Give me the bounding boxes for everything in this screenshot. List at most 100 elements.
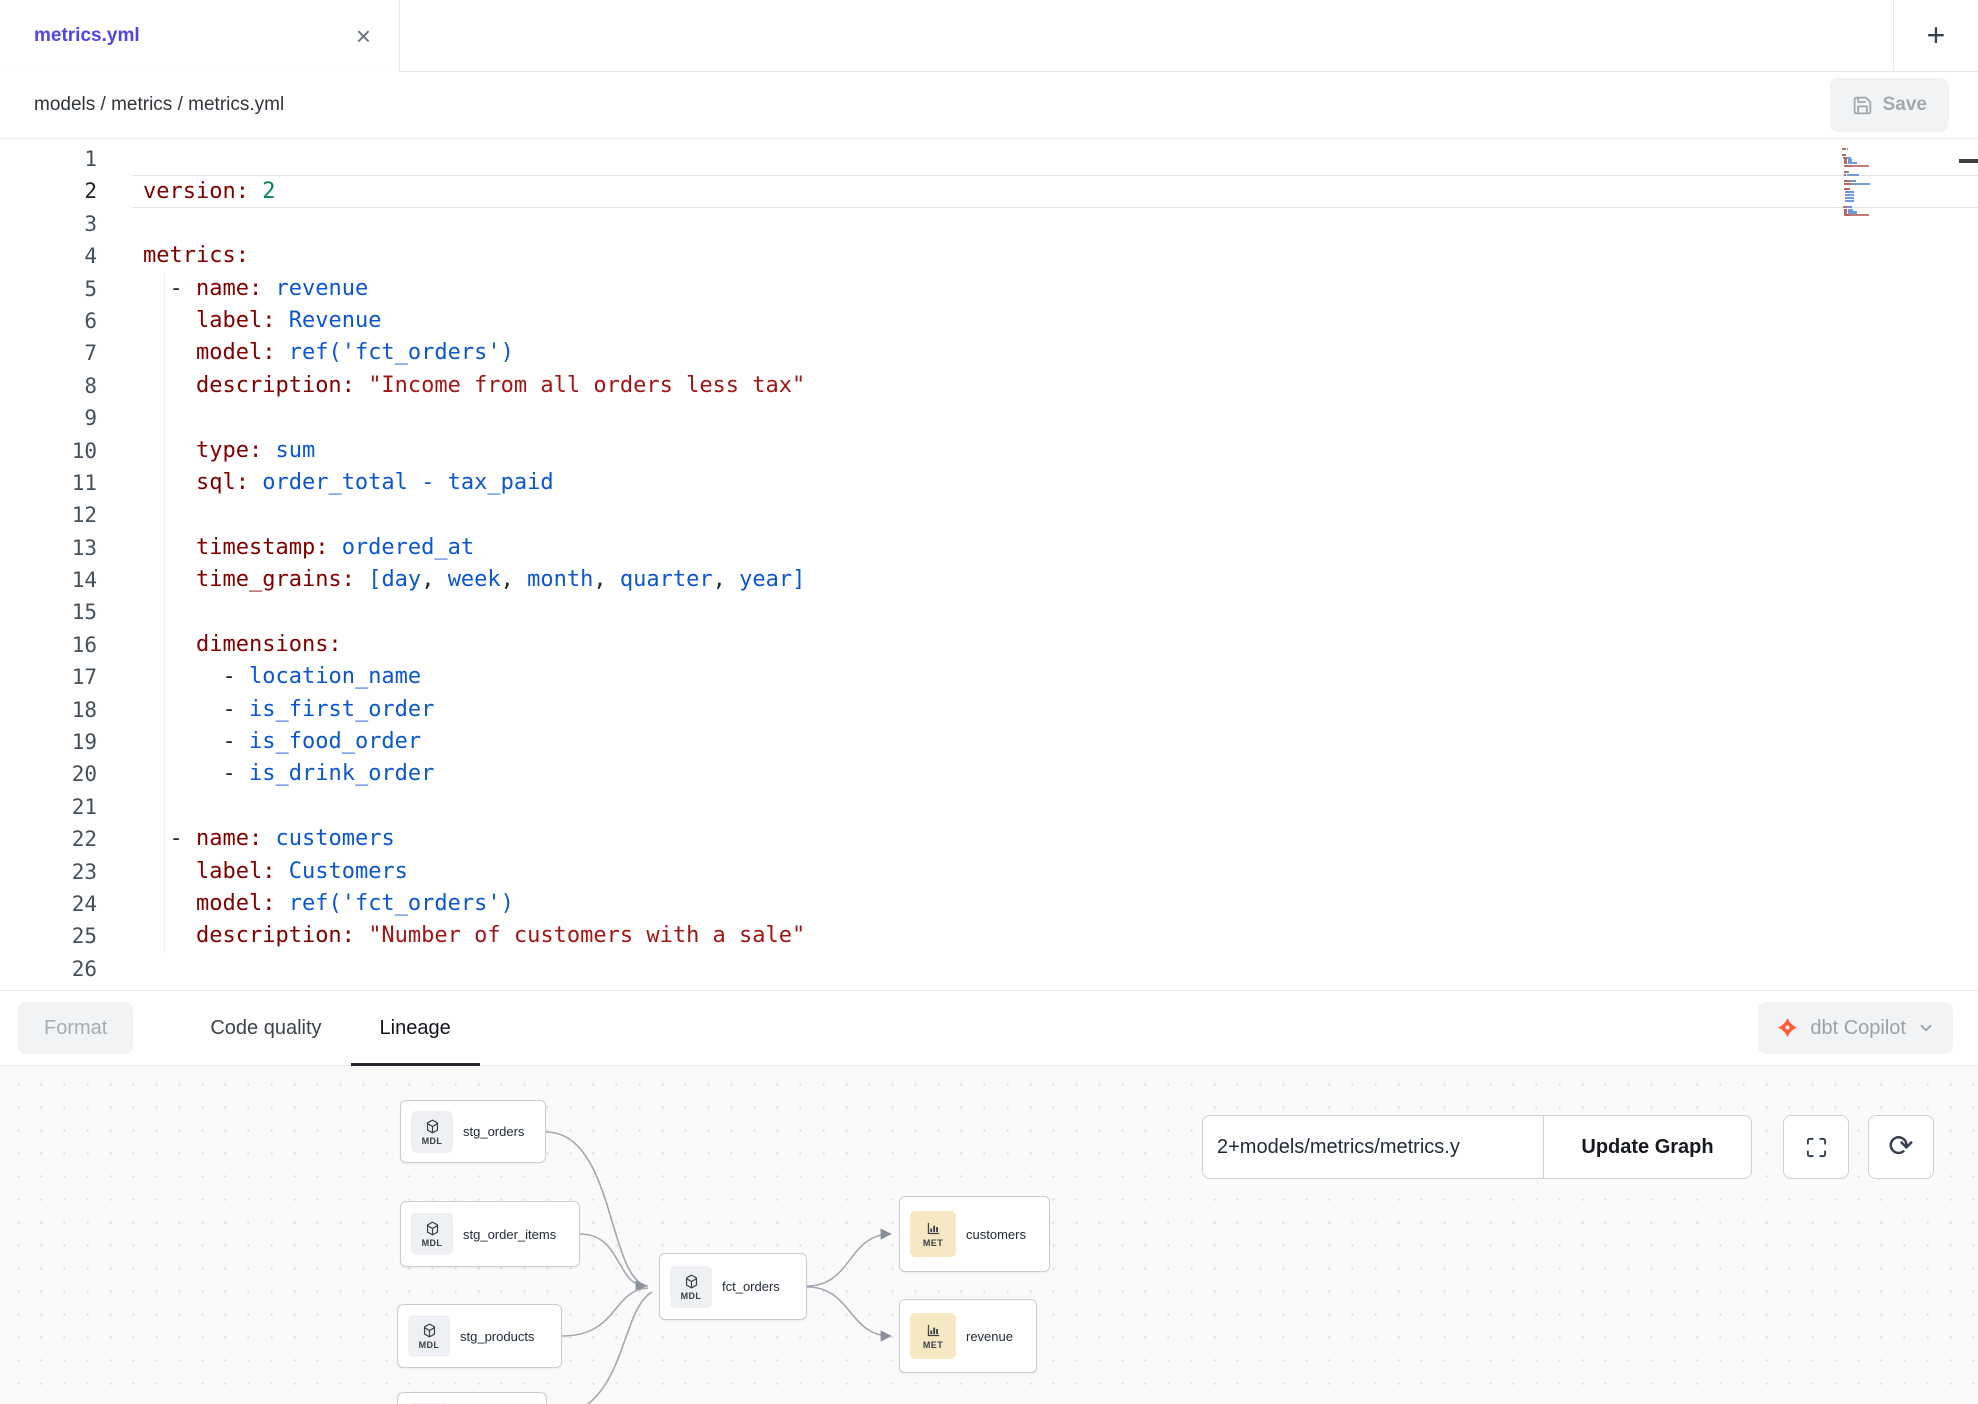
line-number[interactable]: 10 xyxy=(0,435,97,467)
node-label: fct_orders xyxy=(722,1279,780,1294)
line-number[interactable]: 23 xyxy=(0,856,97,888)
line-number[interactable]: 7 xyxy=(0,337,97,369)
node-partial[interactable] xyxy=(397,1392,547,1404)
code-line[interactable]: 12 xyxy=(0,499,1978,531)
minimap[interactable] xyxy=(1842,145,1896,220)
scrollbar-thumb[interactable] xyxy=(1959,159,1978,163)
line-number[interactable]: 18 xyxy=(0,694,97,726)
code-line-text: model: ref('fct_orders') xyxy=(132,888,1978,920)
code-line[interactable]: 21 xyxy=(0,791,1978,823)
node-fct-orders[interactable]: MDL fct_orders xyxy=(659,1253,807,1320)
code-line[interactable]: 10 type: sum xyxy=(0,435,1978,467)
code-line[interactable]: 23 label: Customers xyxy=(0,856,1978,888)
line-number[interactable]: 22 xyxy=(0,823,97,855)
tab-metrics-yml[interactable]: metrics.yml × xyxy=(0,0,400,72)
line-number[interactable]: 16 xyxy=(0,629,97,661)
code-line[interactable]: 26 xyxy=(0,953,1978,985)
code-line-text xyxy=(132,208,1978,240)
line-number[interactable]: 9 xyxy=(0,402,97,434)
line-number[interactable]: 1 xyxy=(0,143,97,175)
code-line[interactable]: 24 model: ref('fct_orders') xyxy=(0,888,1978,920)
code-line-text: - name: revenue xyxy=(132,273,1978,305)
line-number[interactable]: 24 xyxy=(0,888,97,920)
indent-guide xyxy=(164,273,165,953)
update-graph-button[interactable]: Update Graph xyxy=(1543,1115,1752,1179)
dbt-copilot-button[interactable]: dbt Copilot xyxy=(1758,1002,1953,1054)
node-customers[interactable]: MET customers xyxy=(899,1196,1050,1272)
line-number[interactable]: 26 xyxy=(0,953,97,985)
copilot-label: dbt Copilot xyxy=(1810,1017,1906,1040)
code-line-text: label: Customers xyxy=(132,856,1978,888)
code-line[interactable]: 6 label: Revenue xyxy=(0,305,1978,337)
code-line[interactable]: 15 xyxy=(0,596,1978,628)
code-line[interactable]: 18 - is_first_order xyxy=(0,694,1978,726)
node-label: customers xyxy=(966,1227,1026,1242)
code-line-text: - location_name xyxy=(132,661,1978,693)
line-number[interactable]: 5 xyxy=(0,273,97,305)
new-tab-button[interactable]: + xyxy=(1893,0,1978,72)
code-line[interactable]: 14 time_grains: [day, week, month, quart… xyxy=(0,564,1978,596)
code-line[interactable]: 19 - is_food_order xyxy=(0,726,1978,758)
code-line[interactable]: 4metrics: xyxy=(0,240,1978,272)
refresh-button[interactable]: ⟳ xyxy=(1868,1115,1934,1179)
code-line[interactable]: 20 - is_drink_order xyxy=(0,758,1978,790)
line-number[interactable]: 8 xyxy=(0,370,97,402)
code-line-text: timestamp: ordered_at xyxy=(132,532,1978,564)
line-number[interactable]: 20 xyxy=(0,758,97,790)
code-line[interactable]: 2version: 2 xyxy=(0,175,1978,207)
code-lines: 12version: 234metrics:5 - name: revenue6… xyxy=(0,139,1978,985)
code-line-text: time_grains: [day, week, month, quarter,… xyxy=(132,564,1978,596)
ide-window: metrics.yml × + models / metrics / metri… xyxy=(0,0,1978,1404)
code-line[interactable]: 17 - location_name xyxy=(0,661,1978,693)
code-line[interactable]: 3 xyxy=(0,208,1978,240)
code-line-text xyxy=(132,143,1978,175)
code-line-text xyxy=(132,596,1978,628)
code-line-text xyxy=(132,402,1978,434)
code-line[interactable]: 7 model: ref('fct_orders') xyxy=(0,337,1978,369)
code-line-text: model: ref('fct_orders') xyxy=(132,337,1978,369)
lineage-canvas[interactable]: MDL stg_orders MDL stg_order_items MDL s… xyxy=(0,1066,1978,1404)
code-line[interactable]: 25 description: "Number of customers wit… xyxy=(0,920,1978,952)
code-line[interactable]: 22 - name: customers xyxy=(0,823,1978,855)
node-stg-orders[interactable]: MDL stg_orders xyxy=(400,1100,546,1163)
line-number[interactable]: 25 xyxy=(0,920,97,952)
save-button[interactable]: Save xyxy=(1830,78,1949,132)
tab-lineage[interactable]: Lineage xyxy=(351,991,480,1065)
line-number[interactable]: 6 xyxy=(0,305,97,337)
line-number[interactable]: 2 xyxy=(0,175,97,207)
code-line[interactable]: 11 sql: order_total - tax_paid xyxy=(0,467,1978,499)
line-number[interactable]: 15 xyxy=(0,596,97,628)
tab-code-quality[interactable]: Code quality xyxy=(181,991,350,1065)
panel-tabs: Code quality Lineage xyxy=(181,991,479,1065)
code-line[interactable]: 9 xyxy=(0,402,1978,434)
line-number[interactable]: 11 xyxy=(0,467,97,499)
fullscreen-button[interactable] xyxy=(1783,1115,1849,1179)
code-line-text: type: sum xyxy=(132,435,1978,467)
line-number[interactable]: 21 xyxy=(0,791,97,823)
node-revenue[interactable]: MET revenue xyxy=(899,1299,1037,1373)
graph-selector-input[interactable] xyxy=(1202,1115,1544,1179)
close-tab-icon[interactable]: × xyxy=(356,23,371,49)
code-line[interactable]: 8 description: "Income from all orders l… xyxy=(0,370,1978,402)
model-icon: MDL xyxy=(411,1111,453,1153)
format-button[interactable]: Format xyxy=(18,1002,133,1054)
node-stg-order-items[interactable]: MDL stg_order_items xyxy=(400,1201,580,1267)
code-line[interactable]: 5 - name: revenue xyxy=(0,273,1978,305)
node-stg-products[interactable]: MDL stg_products xyxy=(397,1304,562,1368)
line-number[interactable]: 13 xyxy=(0,532,97,564)
code-editor[interactable]: 12version: 234metrics:5 - name: revenue6… xyxy=(0,139,1978,990)
save-label: Save xyxy=(1883,94,1927,116)
model-icon: MDL xyxy=(670,1266,712,1308)
model-icon: MDL xyxy=(411,1213,453,1255)
code-line[interactable]: 16 dimensions: xyxy=(0,629,1978,661)
line-number[interactable]: 14 xyxy=(0,564,97,596)
line-number[interactable]: 19 xyxy=(0,726,97,758)
code-line[interactable]: 13 timestamp: ordered_at xyxy=(0,532,1978,564)
line-number[interactable]: 17 xyxy=(0,661,97,693)
code-line-text: - is_food_order xyxy=(132,726,1978,758)
line-number[interactable]: 4 xyxy=(0,240,97,272)
code-line[interactable]: 1 xyxy=(0,143,1978,175)
code-line-text: label: Revenue xyxy=(132,305,1978,337)
line-number[interactable]: 3 xyxy=(0,208,97,240)
line-number[interactable]: 12 xyxy=(0,499,97,531)
